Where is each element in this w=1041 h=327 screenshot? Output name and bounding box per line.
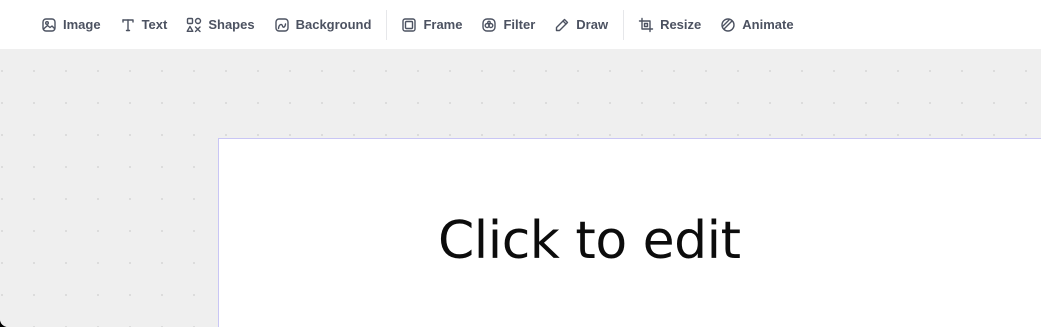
background-icon [274,17,290,33]
frame-tool-label: Frame [423,17,463,32]
draw-tool-label: Draw [576,17,609,32]
editor-app: Image Text Shapes Background Frame Filte… [0,0,1041,327]
toolbar-divider [623,9,625,40]
resize-tool-label: Resize [660,17,702,32]
shapes-icon [186,17,202,33]
toolbar: Image Text Shapes Background Frame Filte… [0,0,1041,49]
background-tool-label: Background [295,17,372,32]
filter-icon [481,17,497,33]
crop-icon [638,17,654,33]
animate-icon [720,17,736,33]
shapes-tool-button[interactable]: Shapes [178,10,262,40]
image-tool-label: Image [63,17,101,32]
design-page[interactable]: Click to edit [218,138,1041,327]
draw-tool-button[interactable]: Draw [546,10,616,40]
animate-tool-label: Animate [742,17,794,32]
image-tool-button[interactable]: Image [33,10,109,40]
editable-text[interactable]: Click to edit [438,211,741,271]
frame-tool-button[interactable]: Frame [393,10,470,40]
shapes-tool-label: Shapes [208,17,255,32]
background-tool-button[interactable]: Background [266,10,380,40]
filter-tool-label: Filter [503,17,536,32]
image-icon [41,17,57,33]
frame-icon [401,17,417,33]
toolbar-divider [386,9,388,40]
filter-tool-button[interactable]: Filter [473,10,543,40]
pencil-icon [554,17,570,33]
animate-tool-button[interactable]: Animate [712,10,801,40]
text-icon [120,17,136,33]
resize-tool-button[interactable]: Resize [630,10,709,40]
text-tool-button[interactable]: Text [112,10,176,40]
text-tool-label: Text [141,17,168,32]
